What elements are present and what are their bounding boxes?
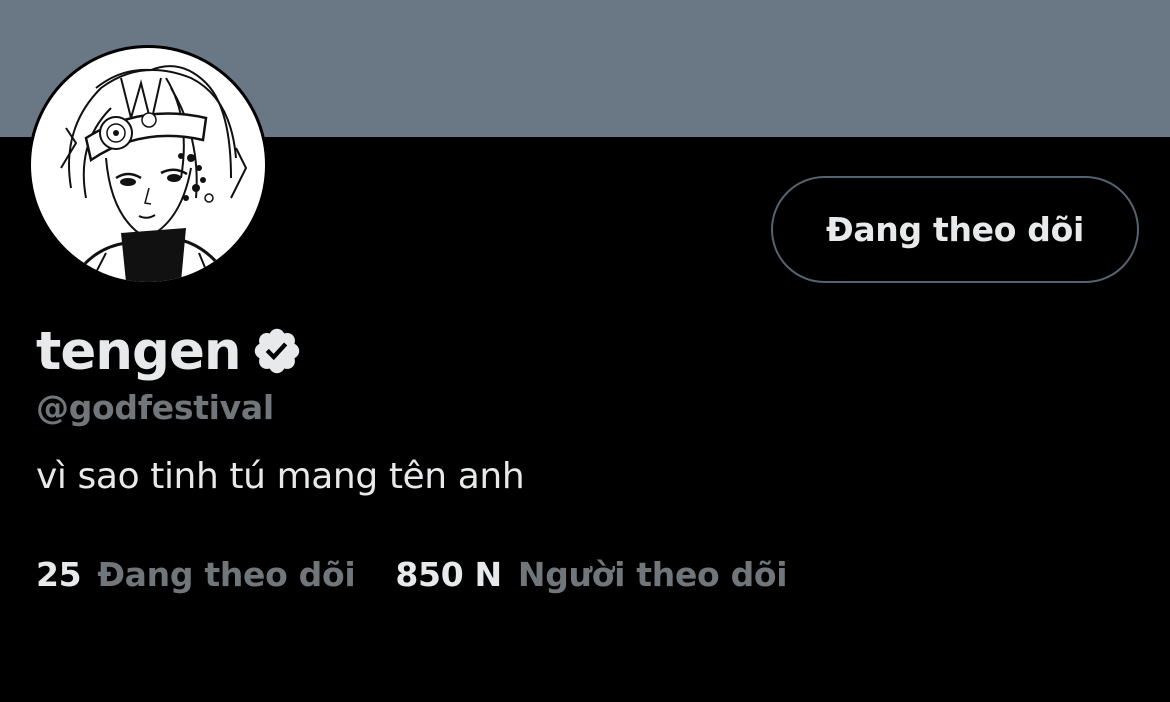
manga-character-avatar-icon [31, 48, 265, 282]
name-row: tengen [36, 318, 303, 384]
display-name: tengen [36, 320, 242, 382]
verified-badge-icon[interactable] [251, 325, 303, 377]
following-count: 25 [36, 555, 82, 594]
following-label: Đang theo dõi [97, 555, 356, 594]
following-stat[interactable]: 25 Đang theo dõi [36, 555, 356, 594]
following-button[interactable]: Đang theo dõi [771, 176, 1139, 283]
followers-stat[interactable]: 850 N Người theo dõi [395, 555, 787, 594]
profile-stats: 25 Đang theo dõi 850 N Người theo dõi [36, 555, 788, 594]
user-handle: @godfestival [36, 388, 274, 427]
profile-avatar[interactable] [28, 45, 268, 285]
followers-label: Người theo dõi [517, 555, 788, 594]
profile-bio: vì sao tinh tú mang tên anh [36, 456, 525, 497]
followers-count: 850 N [395, 555, 502, 594]
profile-page: Đang theo dõi tengen @godfestival vì sao… [0, 0, 1170, 702]
